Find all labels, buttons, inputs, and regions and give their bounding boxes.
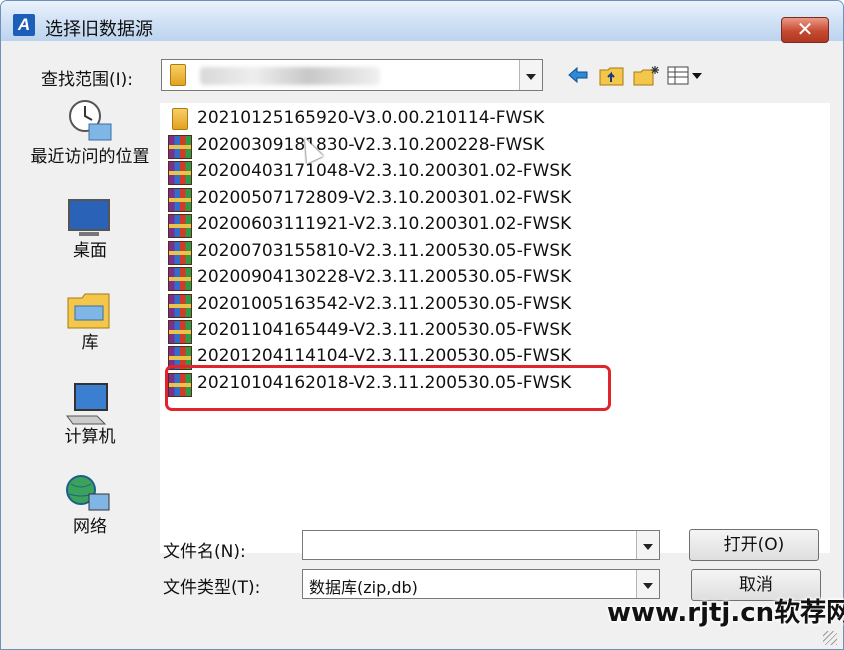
- view-menu-icon[interactable]: [667, 65, 707, 87]
- chevron-down-icon[interactable]: [636, 531, 659, 559]
- resize-grip[interactable]: [823, 631, 837, 645]
- file-list[interactable]: 20210125165920-V3.0.00.210114-FWSK 20200…: [160, 103, 830, 553]
- filetype-label: 文件类型(T):: [163, 578, 261, 598]
- place-libraries[interactable]: 库: [25, 288, 155, 352]
- close-icon: ✕: [796, 17, 814, 41]
- file-name: 20210125165920-V3.0.00.210114-FWSK: [197, 108, 545, 128]
- highlight-box: [165, 365, 611, 411]
- archive-icon: [168, 214, 192, 238]
- file-name: 20200403171048-V2.3.10.200301.02-FWSK: [197, 161, 572, 181]
- archive-icon: [168, 294, 192, 318]
- lookin-label: 查找范围(I):: [41, 70, 134, 90]
- file-name: 20200904130228-V2.3.11.200530.05-FWSK: [197, 267, 572, 287]
- file-name: 20200603111921-V2.3.10.200301.02-FWSK: [197, 214, 572, 234]
- app-logo-icon: A: [13, 14, 35, 36]
- open-button[interactable]: 打开(O): [689, 529, 819, 561]
- place-label: 计算机: [64, 427, 116, 447]
- place-recent[interactable]: 最近访问的位置: [25, 98, 155, 188]
- lookin-value-redacted: [200, 67, 380, 85]
- new-folder-icon[interactable]: [633, 65, 661, 87]
- up-folder-icon[interactable]: [599, 65, 625, 87]
- open-file-dialog: A 选择旧数据源 ✕ 查找范围(I): 最近访问的位置 桌面 库 计算机 网络 …: [0, 0, 844, 650]
- place-desktop[interactable]: 桌面: [25, 196, 155, 260]
- site-watermark: www.rjtj.cn软荐网: [607, 598, 844, 628]
- network-icon: [66, 475, 110, 511]
- filename-label: 文件名(N):: [163, 542, 246, 562]
- place-computer[interactable]: 计算机: [25, 382, 155, 446]
- file-name: 20200309181830-V2.3.10.200228-FWSK: [197, 135, 545, 155]
- place-network[interactable]: 网络: [25, 472, 155, 536]
- archive-icon: [168, 320, 192, 344]
- lookin-combo[interactable]: [161, 59, 543, 91]
- filetype-value: 数据库(zip,db): [309, 578, 418, 597]
- archive-icon: [168, 161, 192, 185]
- dialog-client-area: 查找范围(I): 最近访问的位置 桌面 库 计算机 网络 20210125165…: [5, 43, 839, 647]
- place-label: 网络: [73, 517, 107, 537]
- file-name: 20201104165449-V2.3.11.200530.05-FWSK: [197, 320, 572, 340]
- close-button[interactable]: ✕: [781, 17, 829, 43]
- chevron-down-icon[interactable]: [519, 60, 542, 90]
- archive-icon: [168, 135, 192, 159]
- folder-icon: [170, 64, 186, 86]
- computer-icon: [66, 383, 108, 425]
- place-label: 库: [81, 333, 99, 353]
- title-bar[interactable]: A 选择旧数据源 ✕: [1, 1, 843, 43]
- desktop-icon: [68, 199, 110, 236]
- file-name: 20200703155810-V2.3.11.200530.05-FWSK: [197, 241, 572, 261]
- libraries-icon: [67, 293, 110, 329]
- dialog-title: 选择旧数据源: [45, 19, 153, 40]
- archive-icon: [168, 241, 192, 265]
- place-label: 最近访问的位置: [30, 147, 150, 167]
- recent-places-icon: [69, 100, 112, 141]
- folder-icon: [172, 108, 188, 130]
- archive-icon: [168, 188, 192, 212]
- filename-input[interactable]: [302, 530, 660, 560]
- file-name: 20201005163542-V2.3.11.200530.05-FWSK: [197, 294, 572, 314]
- back-arrow-icon[interactable]: [567, 65, 589, 85]
- place-label: 桌面: [73, 241, 107, 261]
- file-name: 20201204114104-V2.3.11.200530.05-FWSK: [197, 346, 572, 366]
- file-name: 20200507172809-V2.3.10.200301.02-FWSK: [197, 188, 572, 208]
- archive-icon: [168, 267, 192, 291]
